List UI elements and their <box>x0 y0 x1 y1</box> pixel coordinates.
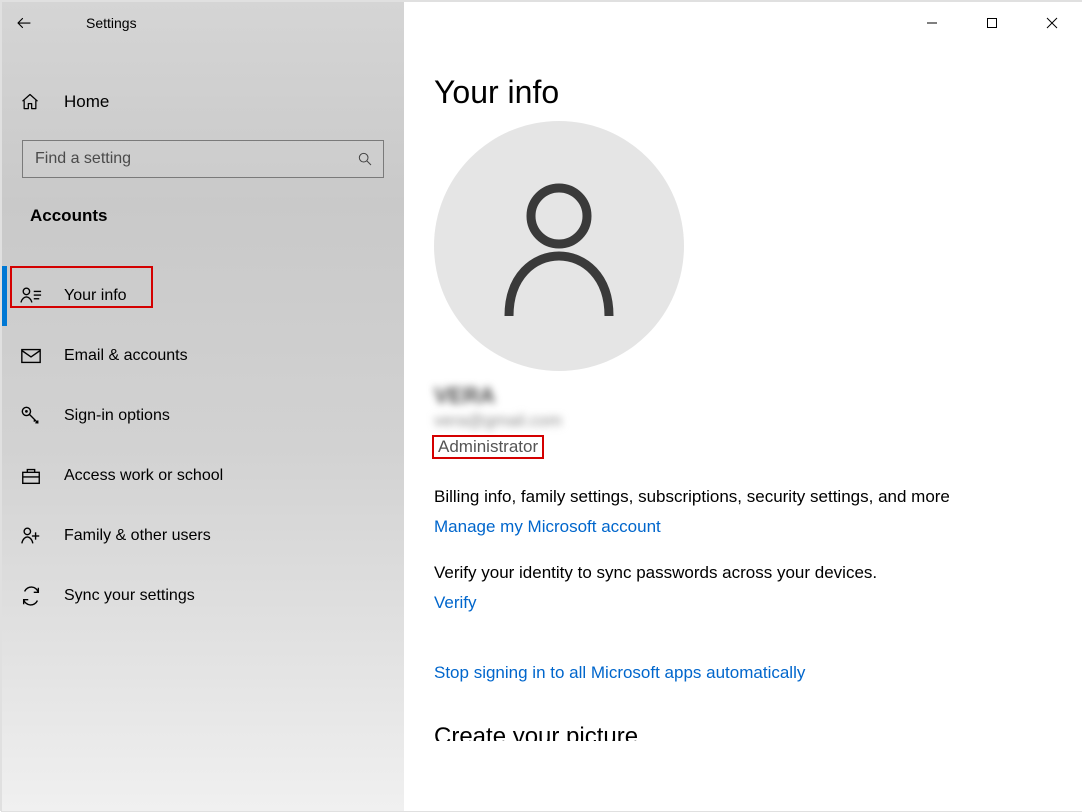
user-name: VERA <box>434 383 1082 409</box>
search-box[interactable] <box>22 140 384 178</box>
maximize-button[interactable] <box>962 2 1022 44</box>
sidebar-item-signin-options[interactable]: Sign-in options <box>2 386 404 446</box>
home-label: Home <box>64 92 109 112</box>
search-input[interactable] <box>33 149 357 169</box>
sidebar-item-family-users[interactable]: Family & other users <box>2 506 404 566</box>
sync-icon <box>20 585 42 607</box>
maximize-icon <box>986 17 998 29</box>
your-info-icon <box>20 285 42 307</box>
create-picture-heading: Create your picture <box>434 723 1082 741</box>
sidebar-item-sync-settings[interactable]: Sync your settings <box>2 566 404 626</box>
briefcase-icon <box>20 465 42 487</box>
main-panel: Your info VERA vera@gmail.com Administra… <box>404 2 1082 811</box>
sidebar-nav: Your info Email & accounts <box>2 266 404 626</box>
verify-identity-text: Verify your identity to sync passwords a… <box>434 563 1082 583</box>
content: Your info VERA vera@gmail.com Administra… <box>404 44 1082 741</box>
sidebar-item-label: Sign-in options <box>64 407 170 425</box>
key-icon <box>20 405 42 427</box>
close-icon <box>1046 17 1058 29</box>
sidebar-item-label: Sync your settings <box>64 587 195 605</box>
minimize-icon <box>926 17 938 29</box>
sidebar-item-your-info[interactable]: Your info <box>2 266 404 326</box>
user-avatar <box>434 121 684 371</box>
sidebar-item-label: Access work or school <box>64 467 223 485</box>
home-nav-item[interactable]: Home <box>2 76 404 128</box>
people-icon <box>20 525 42 547</box>
billing-info-text: Billing info, family settings, subscript… <box>434 487 1082 507</box>
window-controls <box>404 2 1082 44</box>
sidebar-item-access-work-school[interactable]: Access work or school <box>2 446 404 506</box>
sidebar-section-title: Accounts <box>30 206 404 226</box>
manage-account-link[interactable]: Manage my Microsoft account <box>434 517 661 537</box>
search-icon <box>357 151 373 167</box>
home-icon <box>20 92 40 112</box>
back-button[interactable] <box>2 2 46 44</box>
person-icon <box>499 176 619 316</box>
sidebar-item-label: Your info <box>64 287 127 305</box>
close-button[interactable] <box>1022 2 1082 44</box>
user-email: vera@gmail.com <box>434 411 1082 431</box>
page-title: Your info <box>434 74 1082 111</box>
back-arrow-icon <box>15 14 33 32</box>
minimize-button[interactable] <box>902 2 962 44</box>
user-role: Administrator <box>434 435 542 458</box>
sidebar: Settings Home Accounts <box>2 2 404 811</box>
sidebar-item-label: Email & accounts <box>64 347 188 365</box>
stop-signin-link[interactable]: Stop signing in to all Microsoft apps au… <box>434 663 805 683</box>
sidebar-item-label: Family & other users <box>64 527 211 545</box>
sidebar-item-email-accounts[interactable]: Email & accounts <box>2 326 404 386</box>
verify-link[interactable]: Verify <box>434 593 477 613</box>
mail-icon <box>20 345 42 367</box>
app-title: Settings <box>86 15 137 31</box>
titlebar-left: Settings <box>2 2 404 44</box>
